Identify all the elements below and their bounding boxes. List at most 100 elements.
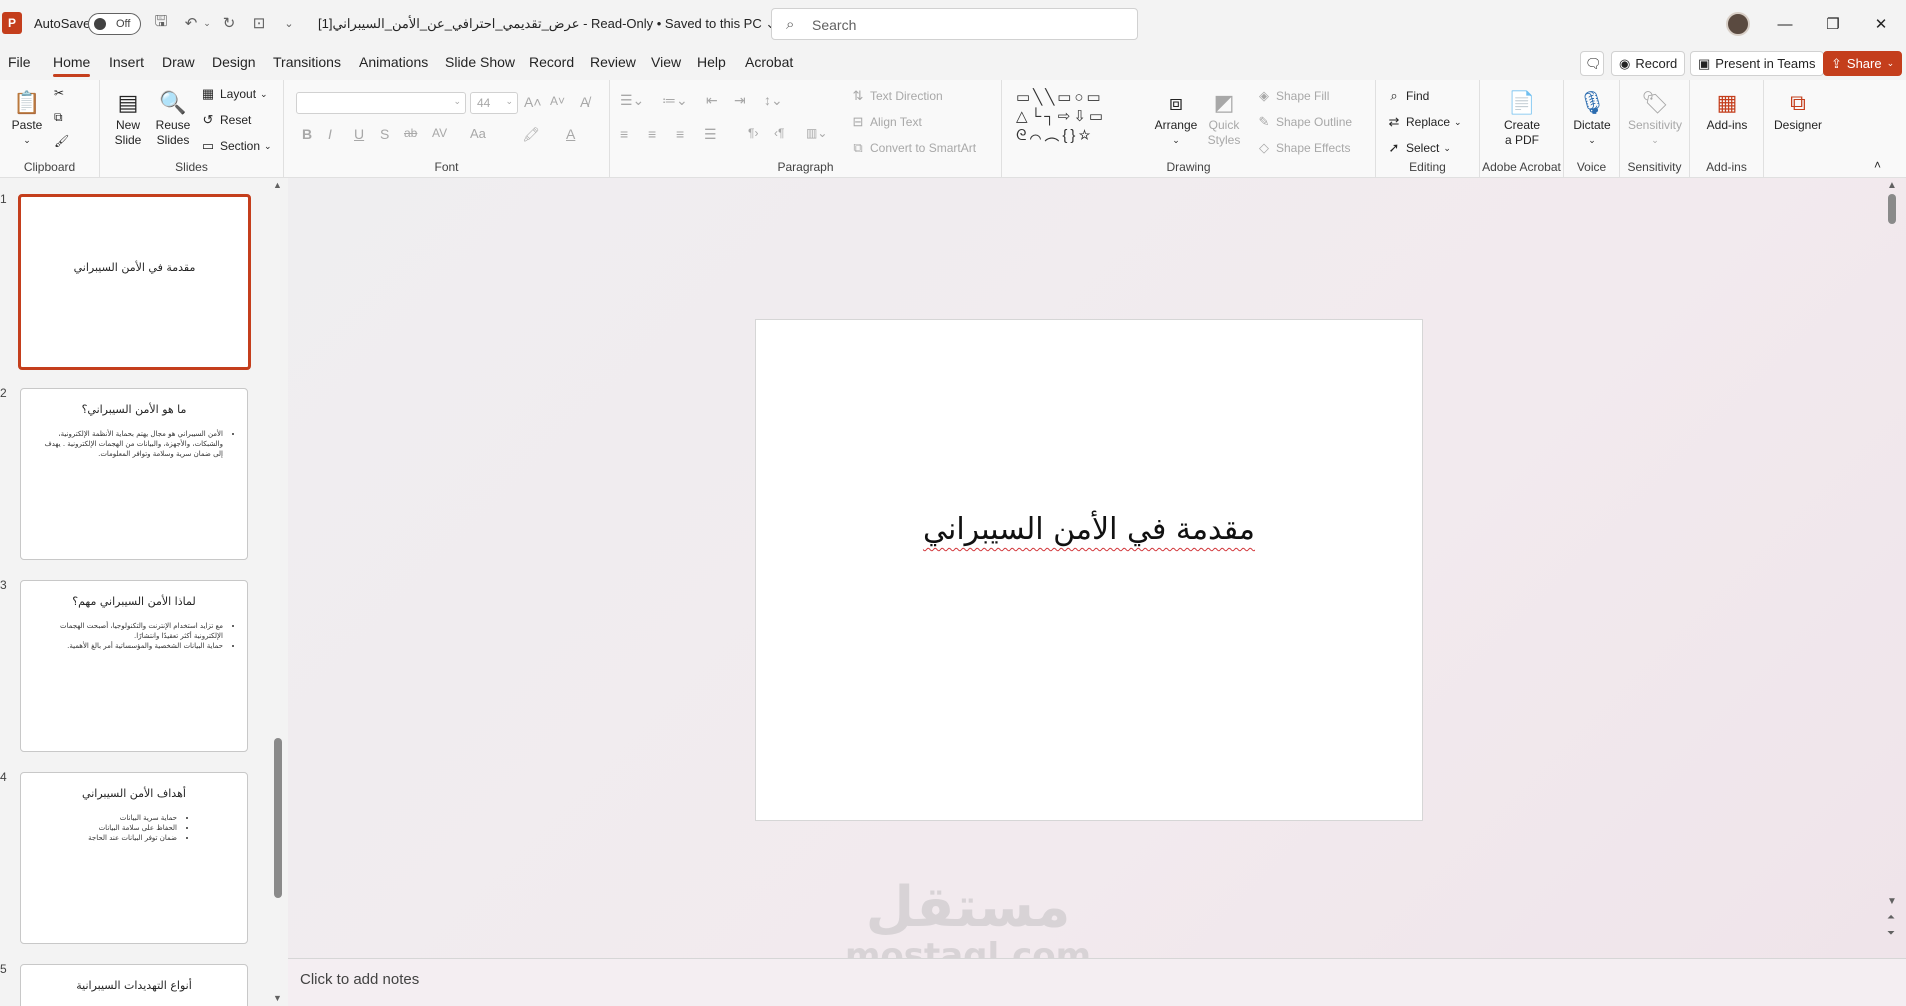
- reset-button[interactable]: ↺ Reset: [200, 112, 252, 128]
- smartart-button[interactable]: ⧉ Convert to SmartArt: [850, 140, 976, 156]
- undo-dropdown-icon[interactable]: ⌄: [200, 12, 214, 34]
- decrease-indent-icon[interactable]: ⇤: [706, 92, 718, 109]
- underline-button[interactable]: U: [354, 126, 364, 142]
- shapes-gallery[interactable]: ▭╲╲▭○▭ △└┐⇨⇩▭ ᘓ⌒︵{}☆: [1016, 88, 1146, 148]
- section-button[interactable]: ▭ Section ⌄: [200, 138, 272, 154]
- dictate-button[interactable]: 🎙 Dictate ⌄: [1572, 86, 1612, 148]
- ltr-icon[interactable]: ¶›: [748, 126, 758, 140]
- align-right-icon[interactable]: ≡: [676, 126, 684, 142]
- rtl-icon[interactable]: ‹¶: [774, 126, 784, 140]
- layout-button[interactable]: ▦ Layout ⌄: [200, 86, 268, 102]
- comments-button[interactable]: 🗨: [1580, 51, 1604, 76]
- close-icon[interactable]: ✕: [1858, 10, 1904, 38]
- slide-thumbnail-5[interactable]: أنواع التهديدات السيبرانية: [20, 964, 248, 1006]
- highlight-icon[interactable]: 🖍: [522, 126, 540, 143]
- customize-qat-icon[interactable]: ⌄: [278, 12, 300, 34]
- create-pdf-button[interactable]: 📄 Create a PDF: [1500, 86, 1544, 148]
- shape-effects-button[interactable]: ◇ Shape Effects: [1256, 140, 1351, 156]
- paste-button[interactable]: 📋 Paste ⌄: [8, 86, 46, 148]
- scroll-up-icon[interactable]: ▲: [273, 180, 282, 190]
- previous-slide-icon[interactable]: ⏶: [1887, 912, 1895, 923]
- arrange-button[interactable]: ⧈ Arrange ⌄: [1152, 86, 1200, 148]
- clear-formatting-icon[interactable]: A̸: [580, 94, 589, 110]
- next-slide-icon[interactable]: ⏷: [1887, 928, 1895, 939]
- shape-outline-button[interactable]: ✎ Shape Outline: [1256, 114, 1353, 130]
- reuse-slides-button[interactable]: 🔍 Reuse Slides: [152, 86, 194, 148]
- bold-button[interactable]: B: [302, 126, 312, 142]
- tab-home[interactable]: Home: [53, 54, 91, 77]
- slide-thumbnail-4[interactable]: أهداف الأمن السيبراني حماية سرية البيانا…: [20, 772, 248, 944]
- record-button[interactable]: ◉ Record: [1611, 51, 1686, 76]
- collapse-ribbon-icon[interactable]: ˄: [1874, 158, 1881, 172]
- columns-icon[interactable]: ▥⌄: [806, 126, 827, 140]
- scrollbar-thumb[interactable]: [274, 738, 282, 898]
- sensitivity-button[interactable]: 🏷 Sensitivity ⌄: [1624, 86, 1686, 148]
- copy-icon[interactable]: ⧉: [54, 110, 63, 125]
- current-slide[interactable]: مقدمة في الأمن السيبراني: [755, 319, 1423, 821]
- save-icon[interactable]: 🖫: [150, 12, 172, 34]
- slide-thumbnail-3[interactable]: لماذا الأمن السيبراني مهم؟ مع تزايد استخ…: [20, 580, 248, 752]
- thumbnails-scrollbar[interactable]: ▲ ▼: [272, 178, 284, 1006]
- shape-fill-button[interactable]: ◈ Shape Fill: [1256, 88, 1329, 104]
- scroll-down-icon[interactable]: ▼: [273, 993, 282, 1003]
- addins-button[interactable]: ▦ Add-ins: [1700, 86, 1754, 133]
- italic-button[interactable]: I: [328, 126, 332, 142]
- justify-icon[interactable]: ☰: [704, 126, 717, 143]
- tab-design[interactable]: Design: [212, 54, 256, 70]
- shadow-button[interactable]: S: [380, 126, 389, 142]
- find-button[interactable]: ⌕ Find: [1386, 88, 1429, 104]
- align-center-icon[interactable]: ≡: [648, 126, 656, 142]
- change-case-button[interactable]: Aa: [470, 126, 486, 141]
- align-text-button[interactable]: ⊟ Align Text: [850, 114, 922, 130]
- tab-file[interactable]: File: [8, 54, 31, 70]
- avatar[interactable]: [1726, 12, 1750, 36]
- new-slide-button[interactable]: ▤ New Slide: [108, 86, 148, 148]
- designer-button[interactable]: ⧉ Designer: [1770, 86, 1826, 133]
- scroll-down-icon[interactable]: ▼: [1887, 896, 1897, 907]
- restore-icon[interactable]: ❐: [1810, 10, 1856, 38]
- format-painter-icon[interactable]: 🖌: [54, 134, 69, 148]
- undo-icon[interactable]: ↶: [180, 12, 202, 34]
- minimize-icon[interactable]: —: [1762, 10, 1808, 38]
- tab-review[interactable]: Review: [590, 54, 636, 70]
- tab-draw[interactable]: Draw: [162, 54, 195, 70]
- shrink-font-icon[interactable]: A˅: [550, 94, 565, 108]
- quick-styles-button[interactable]: ◩ Quick Styles: [1202, 86, 1246, 148]
- align-left-icon[interactable]: ≡: [620, 126, 628, 142]
- tab-insert[interactable]: Insert: [109, 54, 144, 70]
- scroll-up-icon[interactable]: ▲: [1887, 180, 1897, 191]
- scrollbar-thumb[interactable]: [1888, 194, 1896, 224]
- tab-record[interactable]: Record: [529, 54, 574, 70]
- replace-button[interactable]: ⇄ Replace ⌄: [1386, 114, 1462, 130]
- tab-animations[interactable]: Animations: [359, 54, 428, 70]
- autosave-toggle[interactable]: Off: [88, 13, 141, 35]
- slide-title[interactable]: مقدمة في الأمن السيبراني: [756, 512, 1422, 547]
- bullets-icon[interactable]: ☰⌄: [620, 92, 644, 109]
- slide-thumbnail-1[interactable]: مقدمة في الأمن السيبراني: [18, 194, 251, 370]
- font-size-combo[interactable]: 44 ⌄: [470, 92, 518, 114]
- tab-view[interactable]: View: [651, 54, 681, 70]
- cut-icon[interactable]: ✂: [54, 86, 64, 100]
- search-box[interactable]: ⌕ Search: [771, 8, 1138, 40]
- slide-thumbnail-2[interactable]: ما هو الأمن السيبراني؟ الأمن السيبراني ه…: [20, 388, 248, 560]
- share-button[interactable]: ⇪ Share ⌄: [1823, 51, 1903, 76]
- present-from-start-icon[interactable]: ⊡: [248, 12, 270, 34]
- tab-help[interactable]: Help: [697, 54, 726, 70]
- numbering-icon[interactable]: ≔⌄: [662, 92, 688, 109]
- select-button[interactable]: ➚ Select ⌄: [1386, 140, 1451, 156]
- slide-scrollbar[interactable]: ▲ ▼ ⏶ ⏷: [1882, 178, 1902, 958]
- strikethrough-button[interactable]: ab: [404, 126, 417, 140]
- document-title[interactable]: عرض_تقديمي_احترافي_عن_الأمن_السيبراني[1]…: [318, 16, 776, 32]
- line-spacing-icon[interactable]: ↕⌄: [764, 92, 783, 109]
- font-color-button[interactable]: A: [566, 126, 575, 142]
- notes-pane[interactable]: Click to add notes: [288, 958, 1906, 1006]
- tab-acrobat[interactable]: Acrobat: [745, 54, 793, 70]
- character-spacing-button[interactable]: AV: [432, 126, 447, 140]
- tab-slide-show[interactable]: Slide Show: [445, 54, 515, 70]
- redo-icon[interactable]: ↻: [218, 12, 240, 34]
- tab-transitions[interactable]: Transitions: [273, 54, 341, 70]
- grow-font-icon[interactable]: A˄: [524, 94, 542, 110]
- font-name-combo[interactable]: ⌄: [296, 92, 466, 114]
- increase-indent-icon[interactable]: ⇥: [734, 92, 746, 109]
- present-in-teams-button[interactable]: ▣ Present in Teams: [1690, 51, 1824, 76]
